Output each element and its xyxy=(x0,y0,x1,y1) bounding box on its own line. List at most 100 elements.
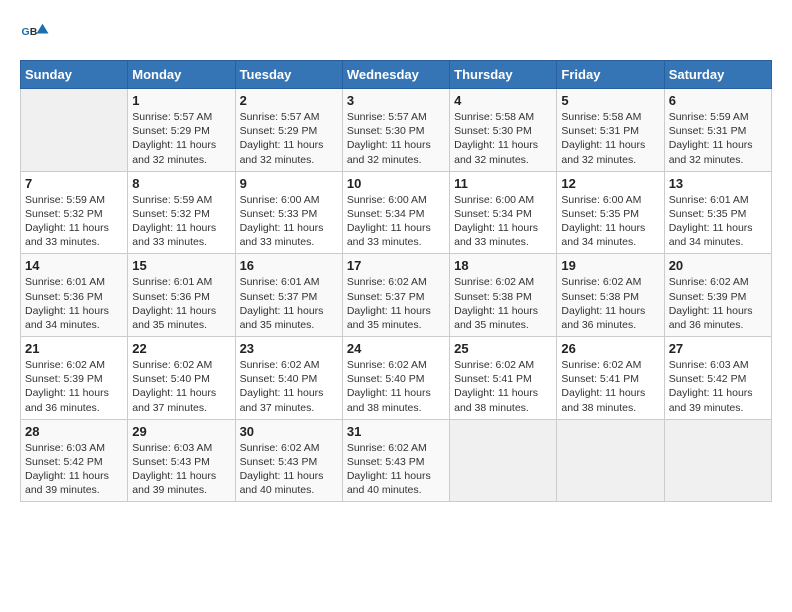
day-number: 7 xyxy=(25,176,123,191)
header-tuesday: Tuesday xyxy=(235,61,342,89)
calendar-cell: 10 Sunrise: 6:00 AMSunset: 5:34 PMDayligh… xyxy=(342,171,449,254)
day-info: Sunrise: 5:59 AMSunset: 5:32 PMDaylight:… xyxy=(132,193,230,250)
day-number: 27 xyxy=(669,341,767,356)
day-number: 18 xyxy=(454,258,552,273)
header-saturday: Saturday xyxy=(664,61,771,89)
day-info: Sunrise: 5:58 AMSunset: 5:30 PMDaylight:… xyxy=(454,110,552,167)
day-info: Sunrise: 5:57 AMSunset: 5:29 PMDaylight:… xyxy=(132,110,230,167)
day-info: Sunrise: 6:02 AMSunset: 5:38 PMDaylight:… xyxy=(454,275,552,332)
calendar-cell: 3 Sunrise: 5:57 AMSunset: 5:30 PMDaylight… xyxy=(342,89,449,172)
calendar-cell: 26 Sunrise: 6:02 AMSunset: 5:41 PMDayligh… xyxy=(557,337,664,420)
day-info: Sunrise: 5:59 AMSunset: 5:31 PMDaylight:… xyxy=(669,110,767,167)
day-number: 1 xyxy=(132,93,230,108)
calendar-cell: 16 Sunrise: 6:01 AMSunset: 5:37 PMDayligh… xyxy=(235,254,342,337)
header-wednesday: Wednesday xyxy=(342,61,449,89)
header: G B xyxy=(20,20,772,50)
calendar-cell: 24Sunrise: 6:02 AMSunset: 5:40 PMDayligh… xyxy=(342,337,449,420)
day-info: Sunrise: 6:00 AMSunset: 5:33 PMDaylight:… xyxy=(240,193,338,250)
calendar-cell: 18 Sunrise: 6:02 AMSunset: 5:38 PMDayligh… xyxy=(450,254,557,337)
calendar-cell: 8 Sunrise: 5:59 AMSunset: 5:32 PMDaylight… xyxy=(128,171,235,254)
calendar-header-row: SundayMondayTuesdayWednesdayThursdayFrid… xyxy=(21,61,772,89)
header-monday: Monday xyxy=(128,61,235,89)
day-number: 5 xyxy=(561,93,659,108)
day-number: 13 xyxy=(669,176,767,191)
calendar-cell: 7Sunrise: 5:59 AMSunset: 5:32 PMDaylight… xyxy=(21,171,128,254)
calendar-cell: 31 Sunrise: 6:02 AMSunset: 5:43 PMDayligh… xyxy=(342,419,449,502)
day-info: Sunrise: 6:02 AMSunset: 5:41 PMDaylight:… xyxy=(561,358,659,415)
calendar-cell: 2Sunrise: 5:57 AMSunset: 5:29 PMDaylight… xyxy=(235,89,342,172)
day-number: 30 xyxy=(240,424,338,439)
day-number: 10 xyxy=(347,176,445,191)
day-info: Sunrise: 6:01 AMSunset: 5:36 PMDaylight:… xyxy=(132,275,230,332)
calendar-cell xyxy=(664,419,771,502)
calendar-cell: 9 Sunrise: 6:00 AMSunset: 5:33 PMDaylight… xyxy=(235,171,342,254)
day-info: Sunrise: 6:02 AMSunset: 5:37 PMDaylight:… xyxy=(347,275,445,332)
day-info: Sunrise: 6:03 AMSunset: 5:42 PMDaylight:… xyxy=(25,441,123,498)
calendar-cell xyxy=(21,89,128,172)
calendar-cell: 14 Sunrise: 6:01 AMSunset: 5:36 PMDayligh… xyxy=(21,254,128,337)
calendar-week-4: 21 Sunrise: 6:02 AMSunset: 5:39 PMDayligh… xyxy=(21,337,772,420)
day-info: Sunrise: 6:02 AMSunset: 5:43 PMDaylight:… xyxy=(347,441,445,498)
day-info: Sunrise: 6:02 AMSunset: 5:43 PMDaylight:… xyxy=(240,441,338,498)
day-number: 3 xyxy=(347,93,445,108)
day-number: 4 xyxy=(454,93,552,108)
day-info: Sunrise: 5:57 AMSunset: 5:30 PMDaylight:… xyxy=(347,110,445,167)
calendar-week-5: 28Sunrise: 6:03 AMSunset: 5:42 PMDayligh… xyxy=(21,419,772,502)
calendar-cell: 29Sunrise: 6:03 AMSunset: 5:43 PMDayligh… xyxy=(128,419,235,502)
calendar-cell: 12 Sunrise: 6:00 AMSunset: 5:35 PMDayligh… xyxy=(557,171,664,254)
calendar-week-2: 7 Sunrise: 5:59 AMSunset: 5:32 PMDaylight… xyxy=(21,171,772,254)
day-number: 16 xyxy=(240,258,338,273)
day-number: 22 xyxy=(132,341,230,356)
day-info: Sunrise: 6:01 AMSunset: 5:37 PMDaylight:… xyxy=(240,275,338,332)
day-info: Sunrise: 6:00 AMSunset: 5:34 PMDaylight:… xyxy=(347,193,445,250)
calendar-week-3: 14 Sunrise: 6:01 AMSunset: 5:36 PMDayligh… xyxy=(21,254,772,337)
day-info: Sunrise: 6:00 AMSunset: 5:34 PMDaylight:… xyxy=(454,193,552,250)
day-info: Sunrise: 6:02 AMSunset: 5:39 PMDaylight:… xyxy=(669,275,767,332)
day-info: Sunrise: 6:02 AMSunset: 5:38 PMDaylight:… xyxy=(561,275,659,332)
header-friday: Friday xyxy=(557,61,664,89)
logo: G B xyxy=(20,20,54,50)
calendar-cell: 23Sunrise: 6:02 AMSunset: 5:40 PMDayligh… xyxy=(235,337,342,420)
calendar-cell: 1 Sunrise: 5:57 AMSunset: 5:29 PMDaylight… xyxy=(128,89,235,172)
day-info: Sunrise: 6:01 AMSunset: 5:35 PMDaylight:… xyxy=(669,193,767,250)
day-number: 8 xyxy=(132,176,230,191)
calendar-cell: 15 Sunrise: 6:01 AMSunset: 5:36 PMDayligh… xyxy=(128,254,235,337)
calendar-cell: 21 Sunrise: 6:02 AMSunset: 5:39 PMDayligh… xyxy=(21,337,128,420)
day-number: 11 xyxy=(454,176,552,191)
day-number: 14 xyxy=(25,258,123,273)
day-number: 6 xyxy=(669,93,767,108)
day-number: 17 xyxy=(347,258,445,273)
day-info: Sunrise: 5:57 AMSunset: 5:29 PMDaylight:… xyxy=(240,110,338,167)
day-info: Sunrise: 6:02 AMSunset: 5:40 PMDaylight:… xyxy=(132,358,230,415)
day-number: 26 xyxy=(561,341,659,356)
calendar-cell xyxy=(557,419,664,502)
day-number: 9 xyxy=(240,176,338,191)
day-info: Sunrise: 6:02 AMSunset: 5:41 PMDaylight:… xyxy=(454,358,552,415)
calendar-cell: 17 Sunrise: 6:02 AMSunset: 5:37 PMDayligh… xyxy=(342,254,449,337)
day-number: 19 xyxy=(561,258,659,273)
day-info: Sunrise: 6:02 AMSunset: 5:40 PMDaylight:… xyxy=(240,358,338,415)
day-info: Sunrise: 6:00 AMSunset: 5:35 PMDaylight:… xyxy=(561,193,659,250)
calendar-cell: 4 Sunrise: 5:58 AMSunset: 5:30 PMDaylight… xyxy=(450,89,557,172)
calendar-table: SundayMondayTuesdayWednesdayThursdayFrid… xyxy=(20,60,772,502)
calendar-cell: 19 Sunrise: 6:02 AMSunset: 5:38 PMDayligh… xyxy=(557,254,664,337)
day-number: 31 xyxy=(347,424,445,439)
day-info: Sunrise: 6:01 AMSunset: 5:36 PMDaylight:… xyxy=(25,275,123,332)
calendar-cell: 11 Sunrise: 6:00 AMSunset: 5:34 PMDayligh… xyxy=(450,171,557,254)
header-thursday: Thursday xyxy=(450,61,557,89)
day-info: Sunrise: 5:58 AMSunset: 5:31 PMDaylight:… xyxy=(561,110,659,167)
day-number: 12 xyxy=(561,176,659,191)
day-info: Sunrise: 6:02 AMSunset: 5:39 PMDaylight:… xyxy=(25,358,123,415)
day-number: 24 xyxy=(347,341,445,356)
calendar-cell: 20Sunrise: 6:02 AMSunset: 5:39 PMDayligh… xyxy=(664,254,771,337)
header-sunday: Sunday xyxy=(21,61,128,89)
calendar-cell: 13 Sunrise: 6:01 AMSunset: 5:35 PMDayligh… xyxy=(664,171,771,254)
calendar-cell: 22 Sunrise: 6:02 AMSunset: 5:40 PMDayligh… xyxy=(128,337,235,420)
calendar-cell xyxy=(450,419,557,502)
day-number: 15 xyxy=(132,258,230,273)
day-info: Sunrise: 6:03 AMSunset: 5:42 PMDaylight:… xyxy=(669,358,767,415)
calendar-week-1: 1 Sunrise: 5:57 AMSunset: 5:29 PMDaylight… xyxy=(21,89,772,172)
day-number: 21 xyxy=(25,341,123,356)
svg-text:B: B xyxy=(30,26,38,38)
calendar-cell: 5 Sunrise: 5:58 AMSunset: 5:31 PMDaylight… xyxy=(557,89,664,172)
